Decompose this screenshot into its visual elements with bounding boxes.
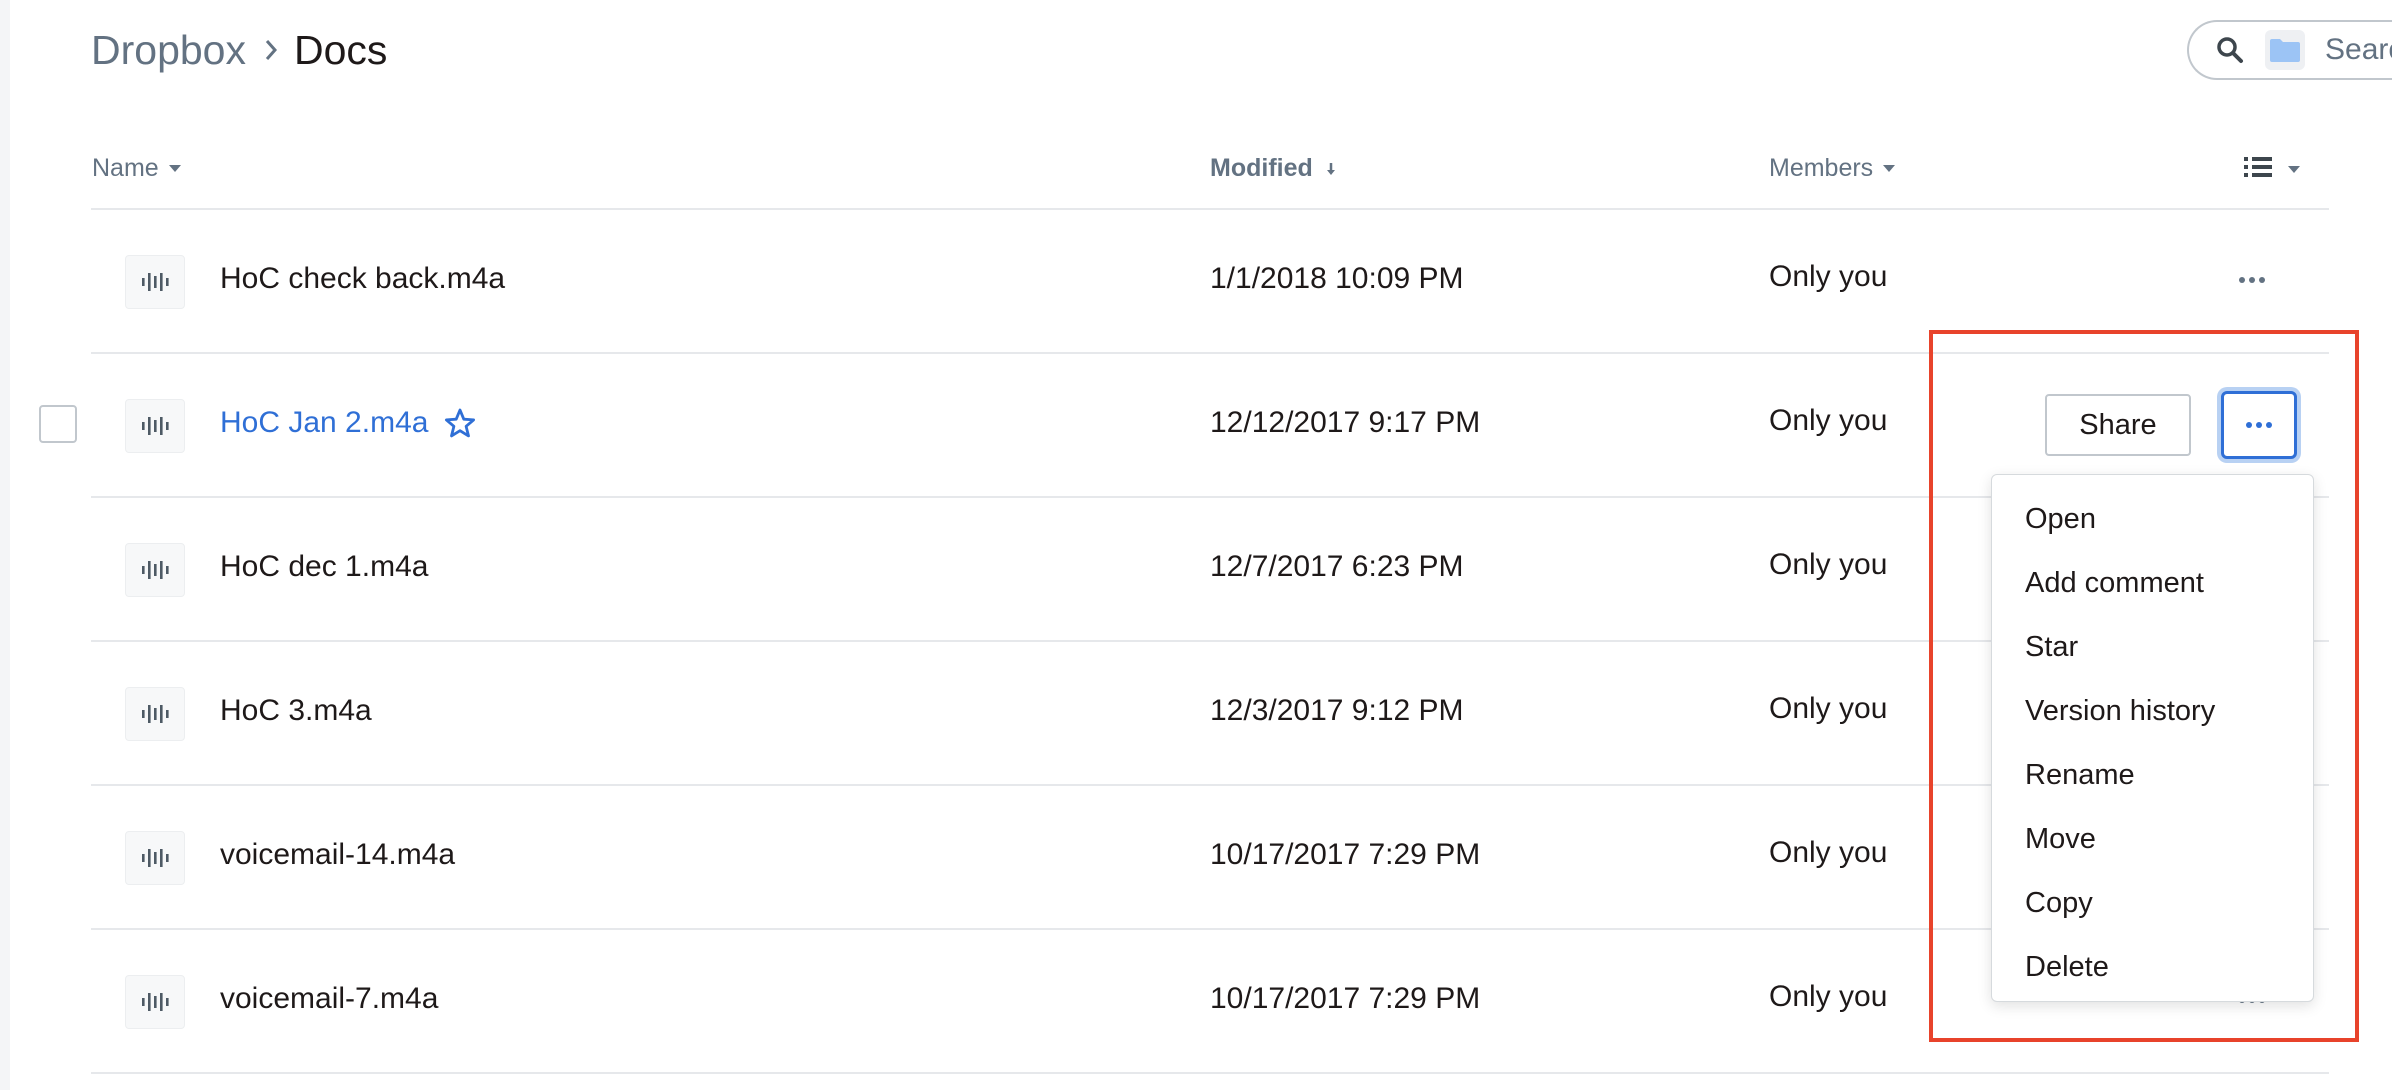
list-view-toggle[interactable] bbox=[2244, 156, 2300, 183]
list-view-icon bbox=[2244, 156, 2272, 183]
column-header-modified-label: Modified bbox=[1210, 154, 1313, 182]
file-name-label: voicemail-14.m4a bbox=[220, 838, 456, 871]
sort-descending-icon bbox=[1325, 161, 1337, 177]
more-horizontal-icon bbox=[2239, 277, 2265, 283]
column-header-members-label: Members bbox=[1769, 154, 1874, 182]
table-header: Name Modified Members bbox=[91, 130, 2329, 210]
audio-waveform-icon bbox=[125, 975, 185, 1029]
menu-item-star[interactable]: Star bbox=[1992, 615, 2313, 679]
caret-down-icon bbox=[168, 165, 181, 172]
share-button[interactable]: Share bbox=[2045, 394, 2191, 456]
file-name-link[interactable]: HoC 3.m4a bbox=[220, 694, 372, 728]
audio-waveform-icon bbox=[125, 399, 185, 453]
breadcrumb: Dropbox Docs bbox=[91, 20, 387, 80]
file-name-link[interactable]: HoC check back.m4a bbox=[220, 262, 505, 296]
folder-icon bbox=[2265, 30, 2305, 70]
audio-waveform-icon bbox=[125, 255, 185, 309]
file-name-label: HoC 3.m4a bbox=[220, 694, 372, 727]
menu-item-move[interactable]: Move bbox=[1992, 807, 2313, 871]
modified-date: 10/17/2017 7:29 PM bbox=[1210, 982, 1481, 1015]
audio-waveform-icon bbox=[125, 687, 185, 741]
column-header-name-label: Name bbox=[92, 154, 159, 182]
menu-item-add-comment[interactable]: Add comment bbox=[1992, 551, 2313, 615]
menu-item-version-history[interactable]: Version history bbox=[1992, 679, 2313, 743]
modified-date: 10/17/2017 7:29 PM bbox=[1210, 838, 1481, 871]
modified-date: 12/7/2017 6:23 PM bbox=[1210, 550, 1464, 583]
left-edge-strip bbox=[0, 0, 10, 1090]
file-name-label: voicemail-7.m4a bbox=[220, 982, 439, 1015]
star-outline-icon[interactable] bbox=[444, 408, 476, 438]
breadcrumb-root-link[interactable]: Dropbox bbox=[91, 27, 246, 74]
modified-date: 12/12/2017 9:17 PM bbox=[1210, 406, 1481, 439]
members-value: Only you bbox=[1769, 404, 1888, 437]
search-icon bbox=[2215, 35, 2245, 65]
file-name-label: HoC Jan 2.m4a bbox=[220, 406, 429, 439]
more-actions-button[interactable] bbox=[2229, 268, 2275, 292]
column-header-members[interactable]: Members bbox=[1769, 154, 1896, 183]
members-value: Only you bbox=[1769, 548, 1888, 581]
members-value: Only you bbox=[1769, 692, 1888, 725]
row-select-checkbox[interactable] bbox=[39, 405, 77, 443]
menu-item-open[interactable]: Open bbox=[1992, 487, 2313, 551]
audio-waveform-icon bbox=[125, 543, 185, 597]
table-row[interactable]: HoC check back.m4a 1/1/2018 10:09 PM Onl… bbox=[91, 210, 2329, 354]
context-menu: Open Add comment Star Version history Re… bbox=[1991, 474, 2314, 1002]
search-input[interactable]: Searc bbox=[2187, 20, 2392, 80]
file-name-link[interactable]: voicemail-7.m4a bbox=[220, 982, 438, 1016]
file-name-link[interactable]: HoC dec 1.m4a bbox=[220, 550, 428, 584]
menu-item-delete[interactable]: Delete bbox=[1992, 935, 2313, 999]
file-name-label: HoC check back.m4a bbox=[220, 262, 506, 295]
members-value: Only you bbox=[1769, 260, 1888, 293]
caret-down-icon bbox=[1883, 165, 1896, 172]
file-name-link[interactable]: HoC Jan 2.m4a bbox=[220, 406, 476, 440]
modified-date: 12/3/2017 9:12 PM bbox=[1210, 694, 1464, 727]
column-header-modified[interactable]: Modified bbox=[1210, 154, 1337, 183]
file-name-label: HoC dec 1.m4a bbox=[220, 550, 429, 583]
menu-item-copy[interactable]: Copy bbox=[1992, 871, 2313, 935]
caret-down-icon bbox=[2288, 166, 2300, 173]
members-value: Only you bbox=[1769, 836, 1888, 869]
column-header-name[interactable]: Name bbox=[92, 154, 181, 183]
more-horizontal-icon bbox=[2246, 422, 2272, 428]
modified-date: 1/1/2018 10:09 PM bbox=[1210, 262, 1464, 295]
menu-item-rename[interactable]: Rename bbox=[1992, 743, 2313, 807]
search-placeholder: Searc bbox=[2325, 33, 2392, 66]
audio-waveform-icon bbox=[125, 831, 185, 885]
members-value: Only you bbox=[1769, 980, 1888, 1013]
more-actions-button-active[interactable] bbox=[2221, 391, 2297, 459]
file-name-link[interactable]: voicemail-14.m4a bbox=[220, 838, 455, 872]
breadcrumb-current: Docs bbox=[293, 26, 388, 73]
chevron-right-icon bbox=[264, 38, 278, 62]
